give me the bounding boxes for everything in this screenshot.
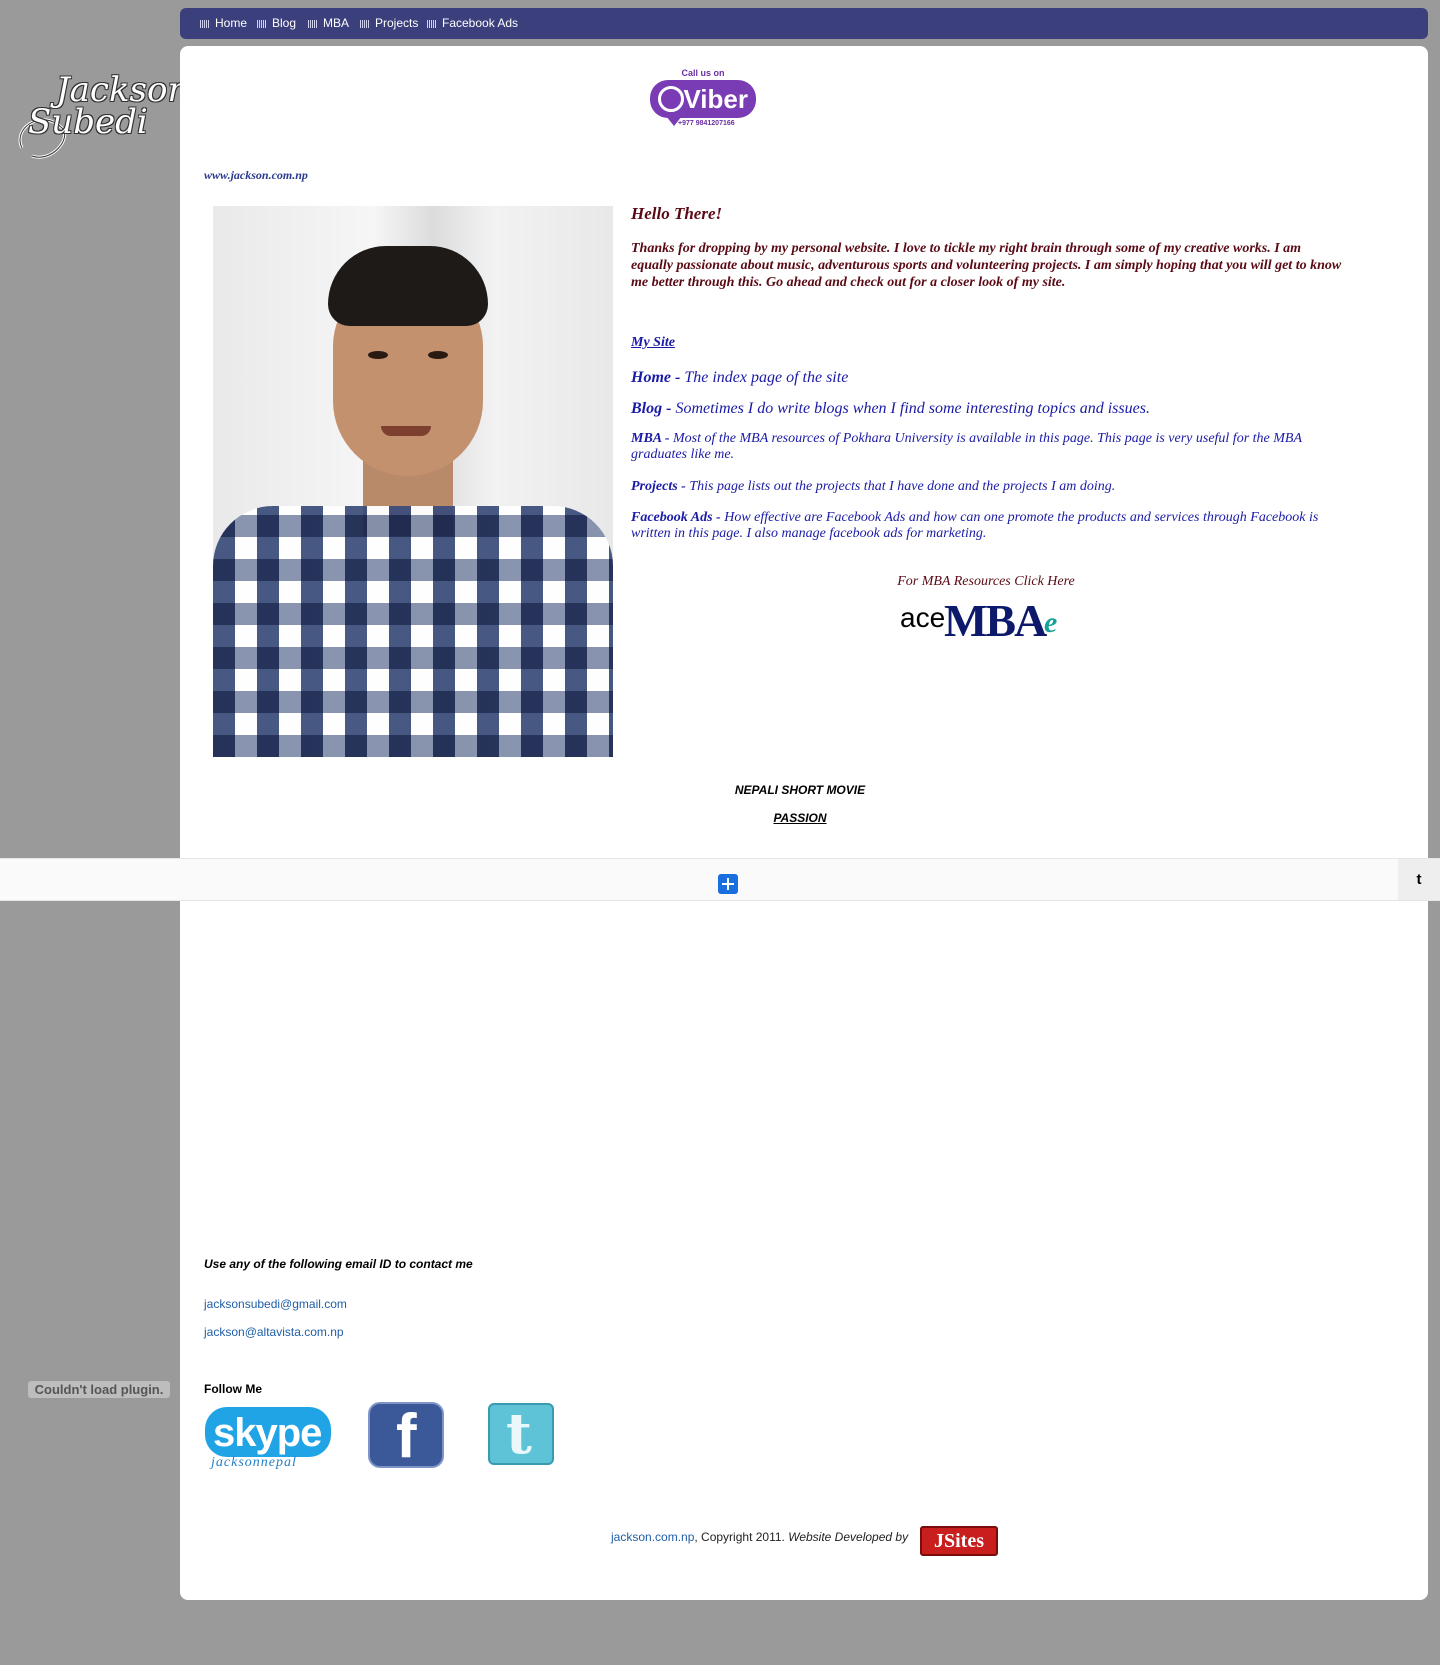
mba-resources-link[interactable]: For MBA Resources Click Here (800, 574, 1172, 590)
nav-item-label: Facebook Ads (442, 16, 519, 30)
contact-heading: Use any of the following email ID to con… (204, 1257, 473, 1271)
site-desc-mba: MBA - Most of the MBA resources of Pokha… (631, 431, 1343, 463)
acemba-mba: MBA (944, 595, 1047, 646)
nav-bullet-icon (200, 19, 210, 28)
site-desc-text: Sometimes I do write blogs when I find s… (671, 400, 1150, 417)
nav-item-label: Home (215, 16, 248, 30)
nav-item-home[interactable]: Home (200, 8, 247, 39)
site-desc-text: How effective are Facebook Ads and how c… (631, 510, 1319, 541)
photo-eye (428, 351, 448, 359)
twitter-tab[interactable]: t (1398, 859, 1440, 900)
footer: jackson.com.np, Copyright 2011. Website … (611, 1530, 908, 1544)
skype-icon[interactable]: skype jacksonnepal (205, 1407, 333, 1475)
site-desc-name: Blog - (631, 400, 672, 417)
site-desc-name: MBA - (631, 431, 670, 446)
acemba-ace: ace (900, 602, 946, 633)
logo-line-2: Subedi (28, 102, 148, 142)
photo-hair (328, 246, 488, 326)
greeting-heading: Hello There! (631, 204, 723, 223)
nav-bullet-icon (427, 19, 437, 28)
nav-item-projects[interactable]: Projects (360, 8, 418, 39)
skype-handle: jacksonnepal (211, 1455, 297, 1470)
phone-icon (658, 86, 684, 112)
profile-photo (213, 206, 613, 757)
site-url-link[interactable]: www.jackson.com.np (204, 168, 308, 183)
footer-developed-by: Website Developed by (788, 1530, 909, 1544)
site-logo[interactable]: Jackson Subedi (12, 68, 189, 166)
site-desc-blog: Blog - Sometimes I do write blogs when I… (631, 399, 1343, 418)
follow-heading: Follow Me (204, 1382, 262, 1396)
site-desc-name: Facebook Ads - (631, 510, 721, 525)
email-link-gmail[interactable]: jacksonsubedi@gmail.com (204, 1297, 347, 1311)
site-desc-projects: Projects - This page lists out the proje… (631, 479, 1343, 495)
footer-site-link[interactable]: jackson.com.np (611, 1530, 694, 1544)
nav-item-label: Blog (272, 16, 297, 30)
jsites-badge[interactable]: JSites (920, 1526, 998, 1556)
nav-item-label: Projects (375, 16, 419, 30)
site-desc-text: The index page of the site (680, 369, 849, 386)
photo-shirt (213, 506, 613, 757)
acemba-e: e (1044, 606, 1058, 639)
nav-bullet-icon (360, 19, 370, 28)
top-nav-bar: Home Blog MBA Projects Facebook Ads (180, 8, 1428, 39)
plugin-error-badge: Couldn't load plugin. (28, 1381, 170, 1398)
acemba-logo[interactable]: ace MBA e (900, 595, 1080, 646)
email-link-altavista[interactable]: jackson@altavista.com.np (204, 1325, 344, 1339)
site-desc-text: Most of the MBA resources of Pokhara Uni… (631, 431, 1302, 462)
nav-item-blog[interactable]: Blog (257, 8, 296, 39)
facebook-letter: f (396, 1402, 417, 1471)
photo-mouth (381, 426, 431, 436)
viber-brand: Viber (683, 84, 748, 114)
intro-paragraph: Thanks for dropping by my personal websi… (631, 241, 1342, 290)
photo-eye (368, 351, 388, 359)
facebook-icon[interactable]: f (368, 1402, 444, 1471)
twitter-icon[interactable]: t (488, 1403, 554, 1465)
viber-call-text: Call us on (681, 68, 725, 78)
viber-phone-number: +977 9841207166 (678, 120, 735, 127)
footer-copyright: , Copyright 2011. (694, 1530, 789, 1544)
viber-logo: Viber (650, 80, 756, 118)
site-desc-facebook-ads: Facebook Ads - How effective are Faceboo… (631, 510, 1343, 542)
nav-bullet-icon (257, 19, 267, 28)
my-site-heading-link[interactable]: My Site (631, 335, 675, 351)
site-desc-text: This page lists out the projects that I … (685, 479, 1116, 494)
movie-link[interactable]: PASSION (620, 811, 980, 825)
nav-item-facebook-ads[interactable]: Facebook Ads (427, 8, 518, 39)
movie-title: NEPALI SHORT MOVIE (734, 783, 866, 797)
site-desc-name: Home - (631, 369, 681, 386)
skype-word: skype (213, 1411, 322, 1455)
share-bar: t (0, 858, 1440, 901)
twitter-letter: t (506, 1401, 532, 1467)
site-desc-name: Projects - (631, 479, 686, 494)
viber-banner[interactable]: Call us on Viber +977 9841207166 (648, 68, 758, 130)
share-plus-icon[interactable] (718, 874, 738, 894)
nav-item-label: MBA (323, 16, 350, 30)
nav-bullet-icon (308, 19, 318, 28)
site-desc-home: Home - The index page of the site (631, 368, 1343, 387)
nav-item-mba[interactable]: MBA (308, 8, 349, 39)
